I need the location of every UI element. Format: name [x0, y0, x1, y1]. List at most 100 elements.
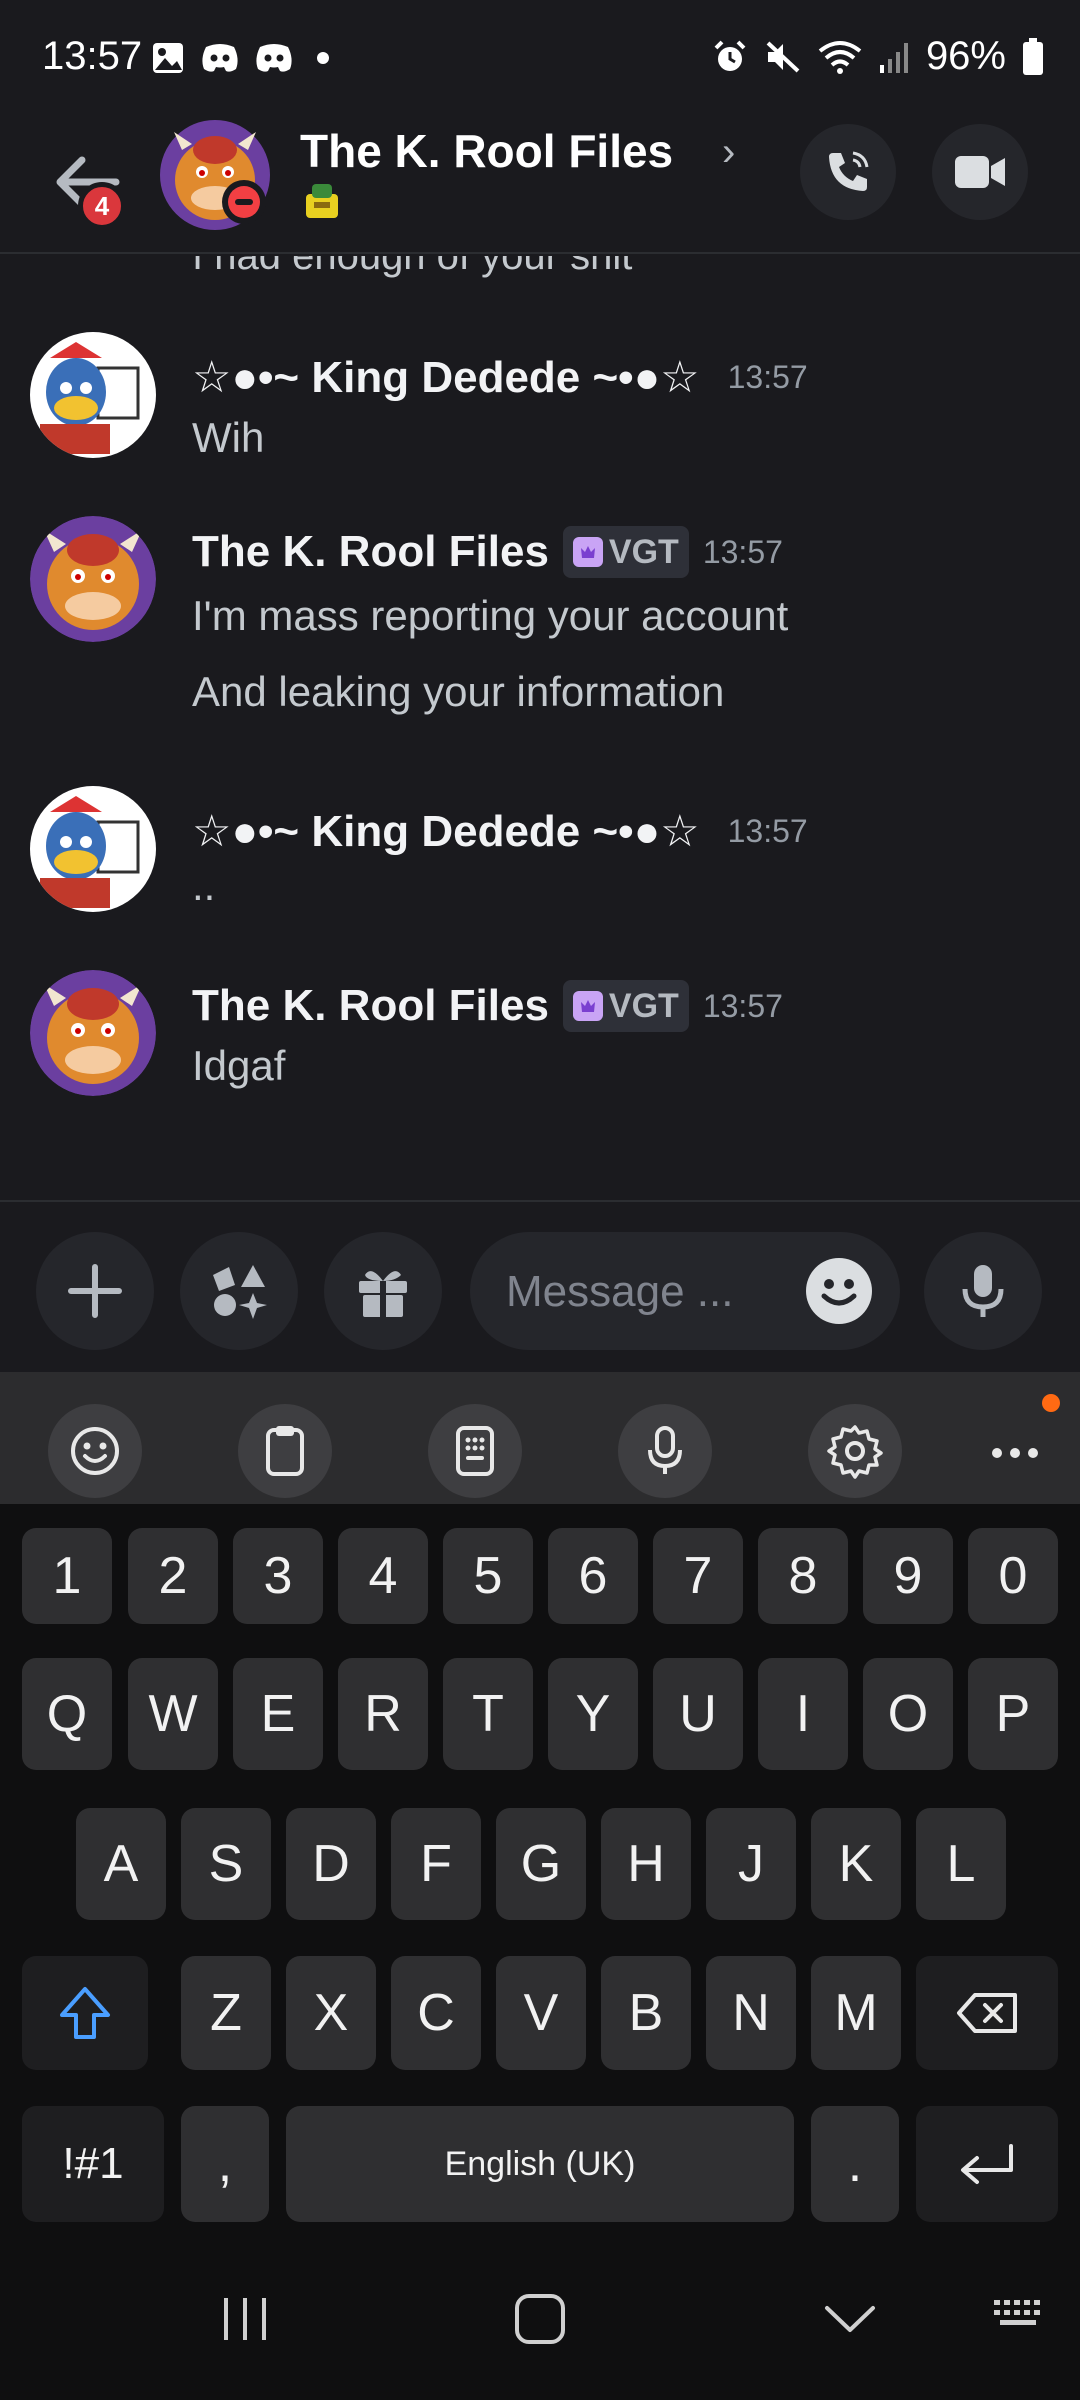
dnd-status-icon — [222, 180, 266, 224]
discord-icon — [256, 44, 292, 72]
crown-shield-icon — [572, 537, 603, 567]
signal-icon — [879, 42, 908, 73]
key-n[interactable]: N — [706, 1956, 796, 2070]
emoji-button[interactable] — [806, 1258, 872, 1324]
server-tag[interactable]: VGT — [562, 526, 689, 578]
key-z[interactable]: Z — [181, 1956, 271, 2070]
chevron-down-icon — [825, 2306, 875, 2332]
microphone-icon — [648, 1426, 682, 1474]
apps-icon — [213, 1265, 267, 1319]
cut-off-message: I had enough of your shit — [192, 256, 633, 278]
key-p[interactable]: P — [968, 1658, 1058, 1770]
key-1[interactable]: 1 — [22, 1528, 112, 1624]
message-header: The K. Rool Files VGT 13:57 — [192, 526, 783, 578]
gift-icon — [359, 1271, 407, 1317]
key-e[interactable]: E — [233, 1658, 323, 1770]
keyboard-settings-button[interactable] — [808, 1404, 902, 1498]
battery-percent: 96% — [925, 34, 1006, 78]
keyboard-mode-button[interactable] — [428, 1404, 522, 1498]
key-l[interactable]: L — [916, 1808, 1006, 1920]
activity-emoji-icon — [300, 178, 344, 222]
recent-apps-button[interactable] — [210, 2284, 280, 2354]
chat-header: 4 The K. Rool Files › — [0, 120, 1080, 254]
numpad-icon — [456, 1426, 494, 1476]
space-key[interactable]: English (UK) — [286, 2106, 794, 2222]
message-list[interactable]: I had enough of your shit ☆●•~ King Dede… — [0, 256, 1080, 1200]
enter-key[interactable] — [916, 2106, 1058, 2222]
key-7[interactable]: 7 — [653, 1528, 743, 1624]
voice-input-button[interactable] — [618, 1404, 712, 1498]
key-c[interactable]: C — [391, 1956, 481, 2070]
smiley-icon — [71, 1427, 119, 1475]
key-4[interactable]: 4 — [338, 1528, 428, 1624]
key-i[interactable]: I — [758, 1658, 848, 1770]
key-r[interactable]: R — [338, 1658, 428, 1770]
author-name[interactable]: The K. Rool Files — [192, 527, 549, 577]
symbols-key[interactable]: !#1 — [22, 2106, 164, 2222]
key-g[interactable]: G — [496, 1808, 586, 1920]
key-h[interactable]: H — [601, 1808, 691, 1920]
phone-icon — [829, 151, 869, 191]
clipboard-button[interactable] — [238, 1404, 332, 1498]
key-2[interactable]: 2 — [128, 1528, 218, 1624]
key-t[interactable]: T — [443, 1658, 533, 1770]
key-o[interactable]: O — [863, 1658, 953, 1770]
chat-title[interactable]: The K. Rool Files — [300, 124, 673, 178]
key-k[interactable]: K — [811, 1808, 901, 1920]
key-3[interactable]: 3 — [233, 1528, 323, 1624]
key-w[interactable]: W — [128, 1658, 218, 1770]
message-input[interactable] — [506, 1262, 786, 1322]
attach-button[interactable] — [36, 1232, 154, 1350]
home-square-icon — [515, 2294, 565, 2344]
period-key[interactable]: . — [811, 2106, 899, 2222]
gift-button[interactable] — [324, 1232, 442, 1350]
key-d[interactable]: D — [286, 1808, 376, 1920]
microphone-icon — [962, 1265, 1004, 1317]
key-q[interactable]: Q — [22, 1658, 112, 1770]
message-timestamp: 13:57 — [727, 813, 808, 849]
gear-icon — [827, 1425, 883, 1479]
key-f[interactable]: F — [391, 1808, 481, 1920]
avatar-k-rool[interactable] — [30, 970, 156, 1096]
key-0[interactable]: 0 — [968, 1528, 1058, 1624]
key-9[interactable]: 9 — [863, 1528, 953, 1624]
chevron-right-icon[interactable]: › — [722, 130, 735, 175]
key-j[interactable]: J — [706, 1808, 796, 1920]
key-y[interactable]: Y — [548, 1658, 638, 1770]
key-8[interactable]: 8 — [758, 1528, 848, 1624]
key-b[interactable]: B — [601, 1956, 691, 2070]
notification-dot — [1042, 1394, 1060, 1412]
author-name[interactable]: ☆●•~ King Dedede ~•●☆ — [192, 352, 700, 403]
more-options-button[interactable] — [990, 1428, 1040, 1478]
key-m[interactable]: M — [811, 1956, 901, 2070]
video-call-button[interactable] — [932, 124, 1028, 220]
voice-message-button[interactable] — [924, 1232, 1042, 1350]
message-header: The K. Rool Files VGT 13:57 — [192, 980, 783, 1032]
avatar-k-rool[interactable] — [30, 516, 156, 642]
message-timestamp: 13:57 — [702, 987, 783, 1024]
shift-key[interactable] — [22, 1956, 148, 2070]
avatar-king-dedede[interactable] — [30, 786, 156, 912]
keyboard-switch-button[interactable] — [990, 2290, 1050, 2340]
apps-button[interactable] — [180, 1232, 298, 1350]
avatar-king-dedede[interactable] — [30, 332, 156, 458]
server-tag[interactable]: VGT — [562, 980, 689, 1032]
key-x[interactable]: X — [286, 1956, 376, 2070]
key-v[interactable]: V — [496, 1956, 586, 2070]
alarm-icon — [714, 40, 746, 71]
key-5[interactable]: 5 — [443, 1528, 533, 1624]
voice-call-button[interactable] — [800, 124, 896, 220]
home-button[interactable] — [505, 2284, 575, 2354]
key-6[interactable]: 6 — [548, 1528, 638, 1624]
backspace-key[interactable] — [916, 1956, 1058, 2070]
author-name[interactable]: The K. Rool Files — [192, 981, 549, 1031]
author-name[interactable]: ☆●•~ King Dedede ~•●☆ — [192, 806, 700, 857]
key-u[interactable]: U — [653, 1658, 743, 1770]
hide-keyboard-button[interactable] — [815, 2284, 885, 2354]
key-s[interactable]: S — [181, 1808, 271, 1920]
message-input-wrapper — [470, 1232, 900, 1350]
key-a[interactable]: A — [76, 1808, 166, 1920]
comma-key[interactable]: , — [181, 2106, 269, 2222]
keyboard-emoji-button[interactable] — [48, 1404, 142, 1498]
enter-icon — [961, 2144, 1013, 2184]
